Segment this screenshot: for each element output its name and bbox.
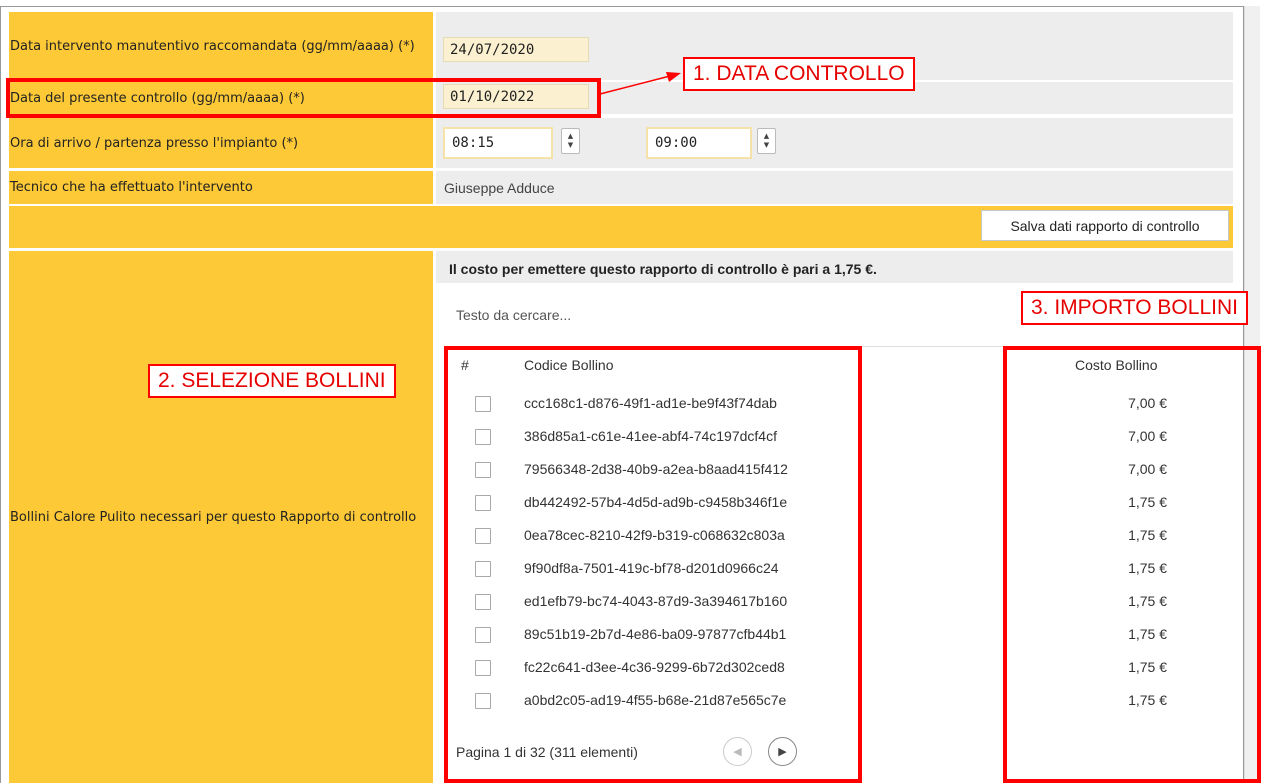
label-text: Ora di arrivo / partenza presso l'impian…	[10, 135, 299, 151]
label-text: Data intervento manutentivo raccomandata…	[10, 38, 415, 54]
frame-border-left	[0, 6, 1, 783]
label-ora: Ora di arrivo / partenza presso l'impian…	[9, 118, 433, 168]
highlight-data-controllo	[6, 78, 601, 118]
ora-partenza-stepper[interactable]: ▲ ▼	[757, 128, 776, 154]
data-raccomandata-field[interactable]: 24/07/2020	[443, 37, 589, 62]
highlight-selezione-bollini	[444, 346, 862, 783]
label-tecnico: Tecnico che ha effettuato l'intervento	[9, 171, 433, 204]
label-bollini: Bollini Calore Pulito necessari per ques…	[9, 251, 433, 783]
label-data-raccomandata: Data intervento manutentivo raccomandata…	[9, 12, 433, 80]
ora-arrivo-field[interactable]: 08:15	[443, 127, 553, 159]
ora-arrivo-stepper[interactable]: ▲ ▼	[561, 128, 580, 154]
chevron-up-icon[interactable]: ▲	[764, 132, 769, 141]
chevron-down-icon[interactable]: ▼	[764, 141, 769, 150]
callout-selezione-bollini: 2. SELEZIONE BOLLINI	[148, 364, 396, 398]
label-text: Bollini Calore Pulito necessari per ques…	[10, 509, 417, 525]
callout-importo-bollini: 3. IMPORTO BOLLINI	[1021, 291, 1248, 325]
value-tecnico-cell: Giuseppe Adduce	[436, 171, 1233, 204]
save-button[interactable]: Salva dati rapporto di controllo	[981, 210, 1229, 241]
ora-partenza-value: 09:00	[655, 135, 698, 151]
tecnico-name: Giuseppe Adduce	[444, 179, 555, 196]
ora-partenza-field[interactable]: 09:00	[646, 127, 752, 159]
cost-message: Il costo per emettere questo rapporto di…	[449, 261, 877, 277]
chevron-down-icon[interactable]: ▼	[568, 141, 573, 150]
chevron-up-icon[interactable]: ▲	[568, 132, 573, 141]
callout-data-controllo: 1. DATA CONTROLLO	[683, 57, 915, 91]
label-text: Tecnico che ha effettuato l'intervento	[10, 180, 253, 195]
value-ora-cell	[436, 118, 1233, 168]
search-input[interactable]: Testo da cercare...	[452, 300, 992, 330]
ora-arrivo-value: 08:15	[452, 135, 495, 151]
highlight-importo-bollini	[1003, 346, 1261, 783]
frame-border-top	[0, 6, 1244, 7]
